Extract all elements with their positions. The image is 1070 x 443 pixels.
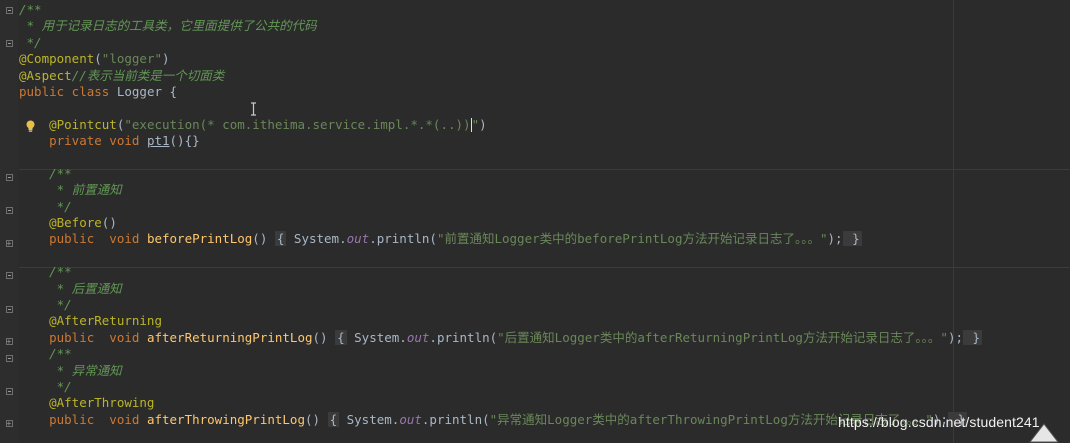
code-token: { — [335, 329, 347, 345]
code-token: " — [471, 116, 480, 132]
code-token: (){} — [169, 133, 200, 149]
fold-toggle-afterreturning-method[interactable] — [6, 338, 13, 345]
code-line[interactable] — [19, 100, 1070, 116]
code-token: /** — [19, 165, 72, 181]
code-token: ); — [947, 329, 963, 345]
code-token: */ — [19, 297, 72, 313]
code-token: @Before — [19, 215, 102, 231]
code-token: @Component — [19, 51, 95, 67]
code-token: "logger" — [101, 51, 163, 67]
code-line[interactable]: @Before() — [19, 215, 1070, 231]
code-token: () — [101, 215, 117, 231]
mouse-pointer-icon — [1028, 423, 1060, 443]
code-line[interactable]: @AfterReturning — [19, 313, 1070, 329]
code-line[interactable]: public void afterReturningPrintLog() { S… — [19, 329, 1070, 346]
code-token: private void — [19, 133, 147, 149]
code-token: ); — [827, 231, 843, 247]
code-token: public void — [19, 329, 147, 345]
code-token: () — [304, 411, 328, 427]
code-line[interactable]: @Aspect//表示当前类是一个切面类 — [19, 68, 1070, 84]
code-line[interactable]: /** — [19, 346, 1070, 362]
code-line[interactable]: * 前置通知 — [19, 182, 1070, 198]
code-token: "后置通知Logger类中的afterReturningPrintLog方法开始… — [497, 329, 948, 345]
code-line[interactable]: /** — [19, 264, 1070, 280]
code-token: public void — [19, 231, 147, 247]
editor-gutter — [0, 0, 18, 443]
code-token: .println( — [429, 329, 498, 345]
code-line[interactable]: /** — [19, 166, 1070, 182]
code-token: () — [252, 231, 275, 247]
code-token: */ — [19, 378, 72, 394]
code-line[interactable] — [19, 150, 1070, 166]
code-token: .println( — [369, 231, 437, 247]
code-token: */ — [19, 34, 42, 50]
code-token: /** — [19, 2, 42, 17]
code-token: { — [327, 411, 340, 427]
code-line[interactable]: * 异常通知 — [19, 363, 1070, 379]
code-line[interactable]: private void pt1(){} — [19, 133, 1070, 149]
code-token: ) — [162, 51, 170, 67]
fold-toggle-afterthrowing-method[interactable] — [6, 420, 13, 427]
code-token: Logger { — [116, 83, 178, 99]
fold-toggle-before-comment[interactable] — [6, 174, 13, 181]
code-token: /** — [19, 264, 72, 280]
code-token: ) — [479, 116, 487, 132]
code-editor[interactable]: /** * 用于记录日志的工具类，它里面提供了公共的代码 */@Componen… — [19, 2, 1070, 428]
code-token: "execution(* com.itheima.service.impl.*.… — [124, 116, 471, 132]
code-token: ( — [94, 51, 102, 67]
code-token: out — [346, 231, 370, 247]
code-token: @Aspect — [19, 67, 72, 83]
code-token: } — [842, 231, 862, 247]
code-line[interactable]: * 用于记录日志的工具类，它里面提供了公共的代码 — [19, 18, 1070, 34]
watermark-text: https://blog.csdn.net/student241 — [838, 414, 1040, 430]
code-line[interactable]: public void beforePrintLog() { System.ou… — [19, 231, 1070, 247]
fold-toggle-before-method[interactable] — [6, 240, 13, 247]
code-line[interactable]: /** — [19, 2, 1070, 18]
code-token: out — [406, 329, 430, 345]
code-token: System. — [286, 231, 347, 247]
code-token: @AfterThrowing — [19, 395, 155, 411]
code-token: */ — [19, 198, 72, 214]
code-token: * 后置通知 — [19, 280, 122, 296]
code-token: /** — [19, 346, 72, 362]
code-token: System. — [346, 329, 407, 345]
code-token: //表示当前类是一个切面类 — [71, 67, 225, 83]
code-token: "前置通知Logger类中的beforePrintLog方法开始记录日志了。。。… — [436, 231, 828, 247]
fold-toggle-class-comment[interactable] — [6, 7, 13, 14]
code-line[interactable]: */ — [19, 379, 1070, 395]
code-token: } — [963, 329, 983, 345]
code-token: afterReturningPrintLog — [146, 329, 313, 345]
code-line[interactable] — [19, 248, 1070, 264]
code-line[interactable]: @Component("logger") — [19, 51, 1070, 67]
code-token: afterThrowingPrintLog — [146, 411, 305, 427]
fold-toggle-afterreturning-comment-end[interactable] — [6, 306, 13, 313]
fold-toggle-class-comment-end[interactable] — [6, 40, 13, 47]
code-line[interactable]: @Pointcut("execution(* com.itheima.servi… — [19, 117, 1070, 133]
code-line[interactable]: */ — [19, 199, 1070, 215]
fold-toggle-afterreturning-comment[interactable] — [6, 272, 13, 279]
code-token: * 用于记录日志的工具类，它里面提供了公共的代码 — [19, 18, 317, 34]
code-token: .println( — [421, 411, 490, 427]
code-token: @AfterReturning — [19, 313, 162, 329]
fold-toggle-before-comment-end[interactable] — [6, 207, 13, 214]
code-token: System. — [339, 411, 400, 427]
code-token: pt1 — [146, 133, 170, 149]
code-token: public class — [19, 83, 117, 99]
code-token: * 异常通知 — [19, 362, 122, 378]
code-line[interactable]: */ — [19, 297, 1070, 313]
code-token: beforePrintLog — [146, 231, 253, 247]
code-token: * 前置通知 — [19, 182, 122, 198]
code-line[interactable]: */ — [19, 35, 1070, 51]
code-line[interactable]: public class Logger { — [19, 84, 1070, 100]
lightbulb-icon[interactable] — [25, 120, 36, 133]
text-cursor-icon — [251, 102, 256, 116]
code-token: () — [312, 329, 336, 345]
fold-toggle-afterthrowing-comment-end[interactable] — [6, 388, 13, 395]
code-line[interactable]: * 后置通知 — [19, 281, 1070, 297]
code-token: { — [274, 231, 287, 247]
code-token: out — [399, 411, 422, 427]
fold-toggle-afterthrowing-comment[interactable] — [6, 355, 13, 362]
code-line[interactable]: @AfterThrowing — [19, 395, 1070, 411]
code-token: public void — [19, 411, 147, 427]
